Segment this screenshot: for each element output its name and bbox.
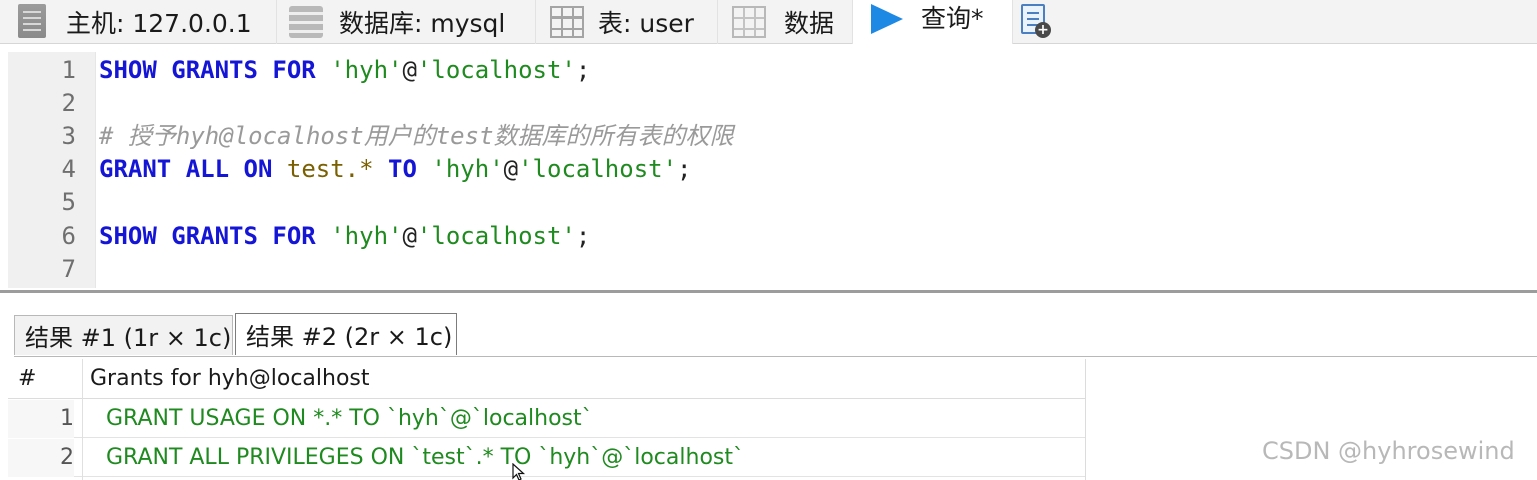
sql-identifier: test.* (286, 155, 374, 183)
line-number: 5 (61, 188, 76, 216)
data-grid-icon (732, 6, 766, 38)
new-query-button[interactable]: + (1013, 0, 1073, 44)
tab-data[interactable]: 数据 (718, 0, 853, 44)
table-row[interactable]: 2 GRANT ALL PRIVILEGES ON `test`.* TO `h… (8, 439, 1086, 477)
tab-host-label: 主机: 127.0.0.1 (66, 9, 252, 38)
mouse-pointer-icon (512, 463, 526, 480)
grid-header: # Grants for hyh@localhost (8, 359, 1086, 399)
line-number: 6 (61, 222, 76, 250)
line-number: 4 (61, 155, 76, 183)
editor-line: 2 (8, 87, 1537, 120)
query-tab-bar: 主机: 127.0.0.1 数据库: mysql 表: user 数据 查询* … (0, 0, 1537, 44)
editor-results-splitter[interactable] (0, 290, 1537, 293)
column-divider (82, 359, 83, 480)
editor-line: 3 # 授予hyh@localhost用户的test数据库的所有表的权限 (8, 120, 1537, 153)
row-number: 2 (8, 439, 74, 477)
editor-line: 5 (8, 186, 1537, 219)
tab-data-label: 数据 (784, 9, 835, 38)
sql-keyword: FOR (272, 222, 316, 250)
sql-terminator: ; (575, 222, 591, 250)
sql-terminator: ; (575, 56, 591, 84)
watermark: CSDN @hyhrosewind (1262, 437, 1515, 465)
sql-string: 'hyh' (330, 222, 403, 250)
sql-operator: @ (503, 155, 519, 183)
line-number: 3 (61, 122, 76, 150)
sql-string: 'hyh' (330, 56, 403, 84)
code-line: SHOW GRANTS FOR 'hyh'@'localhost'; (99, 220, 590, 253)
sql-editor[interactable]: 1 SHOW GRANTS FOR 'hyh'@'localhost'; 2 3… (8, 52, 1537, 288)
tab-table-label: 表: user (598, 9, 694, 38)
sql-comment: # 授予hyh@localhost用户的test数据库的所有表的权限 (99, 122, 734, 150)
code-line: SHOW GRANTS FOR 'hyh'@'localhost'; (99, 54, 590, 87)
sql-keyword: TO (388, 155, 417, 183)
sql-keyword: SHOW (99, 56, 157, 84)
code-line: GRANT ALL ON test.* TO 'hyh'@'localhost'… (99, 153, 692, 186)
result-tab-1[interactable]: 结果 #1 (1r × 1c) (14, 315, 233, 355)
grant-cell[interactable]: GRANT USAGE ON *.* TO `hyh`@`localhost` (106, 400, 593, 438)
tab-table[interactable]: 表: user (536, 0, 718, 44)
sql-keyword: GRANTS (171, 222, 258, 250)
sql-terminator: ; (677, 155, 692, 183)
result-tab-divider (14, 356, 1537, 357)
grant-cell[interactable]: GRANT ALL PRIVILEGES ON `test`.* TO `hyh… (106, 439, 744, 477)
table-row[interactable]: 1 GRANT USAGE ON *.* TO `hyh`@`localhost… (8, 400, 1086, 438)
sql-operator: @ (402, 56, 417, 84)
row-number-header: # (18, 366, 37, 391)
sql-keyword: FOR (272, 56, 316, 84)
result-tab-2[interactable]: 结果 #2 (2r × 1c) (235, 313, 457, 355)
tab-host[interactable]: 主机: 127.0.0.1 (0, 0, 277, 44)
line-number: 1 (61, 56, 76, 84)
result-grid[interactable]: # Grants for hyh@localhost 1 GRANT USAGE… (8, 359, 1086, 480)
result-tab-bar: 结果 #1 (1r × 1c) 结果 #2 (2r × 1c) (0, 294, 1537, 358)
tab-query[interactable]: 查询* (853, 0, 1013, 44)
editor-line: 4 GRANT ALL ON test.* TO 'hyh'@'localhos… (8, 153, 1537, 186)
sql-keyword: ALL (185, 155, 230, 183)
sql-keyword: GRANTS (171, 56, 258, 84)
sql-keyword: ON (243, 155, 273, 183)
new-query-icon: + (1021, 4, 1051, 38)
sql-keyword: SHOW (99, 222, 157, 250)
tab-database-label: 数据库: mysql (339, 9, 506, 38)
table-icon (550, 6, 584, 38)
grid-right-border (1085, 359, 1086, 480)
editor-line: 7 (8, 253, 1537, 286)
tab-database[interactable]: 数据库: mysql (277, 0, 536, 44)
row-number: 1 (8, 400, 74, 438)
column-header-grants[interactable]: Grants for hyh@localhost (90, 359, 370, 399)
editor-line: 1 SHOW GRANTS FOR 'hyh'@'localhost'; (8, 54, 1537, 87)
sql-string: 'localhost' (518, 155, 678, 183)
editor-line: 6 SHOW GRANTS FOR 'hyh'@'localhost'; (8, 220, 1537, 253)
sql-string: 'localhost' (416, 222, 576, 250)
play-icon (871, 4, 903, 34)
server-icon (18, 4, 46, 38)
sql-keyword: GRANT (99, 155, 172, 183)
database-icon (289, 6, 323, 38)
tab-query-label: 查询* (921, 4, 984, 33)
line-number: 7 (61, 255, 76, 283)
sql-string: 'localhost' (416, 56, 576, 84)
sql-operator: @ (402, 222, 417, 250)
line-number: 2 (61, 89, 76, 117)
sql-string: 'hyh' (431, 155, 504, 183)
